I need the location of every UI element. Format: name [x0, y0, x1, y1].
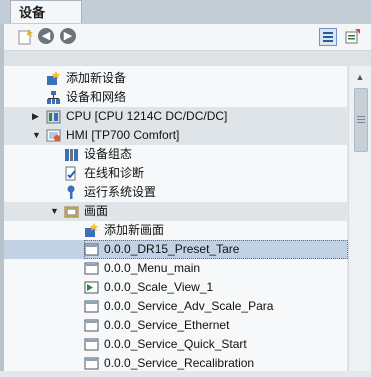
scroll-up-icon[interactable]: ▲ — [354, 71, 366, 83]
device-config-icon — [64, 147, 79, 162]
diagnostics-icon — [64, 166, 79, 181]
tree-item-hmi[interactable]: ▼ HMI [TP700 Comfort] — [4, 126, 347, 145]
toolbar-gap — [4, 51, 371, 66]
tab-devices[interactable]: 设备 — [10, 0, 82, 23]
list-view-icon[interactable] — [319, 28, 337, 46]
tree-item-devices-networks[interactable]: 设备和网络 — [4, 88, 347, 107]
start-screen-icon — [84, 280, 99, 295]
tree-item-screen[interactable]: 0.0.0_Service_Recalibration — [4, 354, 347, 373]
project-tree: 添加新设备 设备和网络 ▶ CPU [CPU 1214C DC/DC/DC] ▼… — [4, 66, 348, 373]
tree-item-screens[interactable]: ▼ 画面 — [4, 202, 347, 221]
tree-item-runtime-settings[interactable]: 运行系统设置 — [4, 183, 347, 202]
plc-icon — [46, 109, 61, 124]
grip-line — [357, 119, 365, 120]
screen-icon — [84, 356, 99, 371]
hmi-panel-icon — [46, 128, 61, 143]
arrow-right-icon[interactable]: ▶ — [60, 28, 78, 46]
screen-icon — [84, 337, 99, 352]
tree-item-add-screen[interactable]: 添加新画面 — [4, 221, 347, 240]
grip-line — [357, 116, 365, 117]
screen-icon — [84, 318, 99, 333]
add-device-icon — [46, 71, 61, 86]
tree-item-device-config[interactable]: 设备组态 — [4, 145, 347, 164]
tree-item-screen[interactable]: 0.0.0_Menu_main — [4, 259, 347, 278]
folder-icon — [64, 204, 79, 219]
tree-item-online-diagnostics[interactable]: 在线和诊断 — [4, 164, 347, 183]
add-screen-icon — [84, 223, 99, 238]
tree-item-screen[interactable]: 0.0.0_Service_Ethernet — [4, 316, 347, 335]
scrollbar-thumb[interactable] — [354, 88, 368, 152]
add-page-icon[interactable] — [16, 28, 34, 46]
screen-icon — [84, 299, 99, 314]
tree-item-screen[interactable]: 0.0.0_Service_Adv_Scale_Para — [4, 297, 347, 316]
panel-titlebar: 设备 — [0, 0, 371, 24]
collapse-arrow-icon[interactable]: ▼ — [50, 202, 59, 221]
screen-icon — [84, 261, 99, 276]
expand-arrow-icon[interactable]: ▶ — [32, 107, 39, 126]
screen-icon — [84, 242, 99, 257]
wrench-icon — [64, 185, 79, 200]
properties-icon[interactable] — [344, 28, 362, 46]
network-icon — [46, 90, 61, 105]
tree-item-screen[interactable]: 0.0.0_DR15_Preset_Tare — [4, 240, 348, 259]
toolbar: ◀ ▶ — [4, 24, 371, 51]
tree-item-cpu[interactable]: ▶ CPU [CPU 1214C DC/DC/DC] — [4, 107, 347, 126]
tree-item-add-device[interactable]: 添加新设备 — [4, 69, 347, 88]
vertical-scrollbar[interactable]: ▲ — [348, 66, 371, 371]
tree-item-screen[interactable]: 0.0.0_Service_Quick_Start — [4, 335, 347, 354]
collapse-arrow-icon[interactable]: ▼ — [32, 126, 41, 145]
grip-line — [357, 122, 365, 123]
arrow-left-icon[interactable]: ◀ — [38, 28, 56, 46]
tree-item-screen[interactable]: 0.0.0_Scale_View_1 — [4, 278, 347, 297]
